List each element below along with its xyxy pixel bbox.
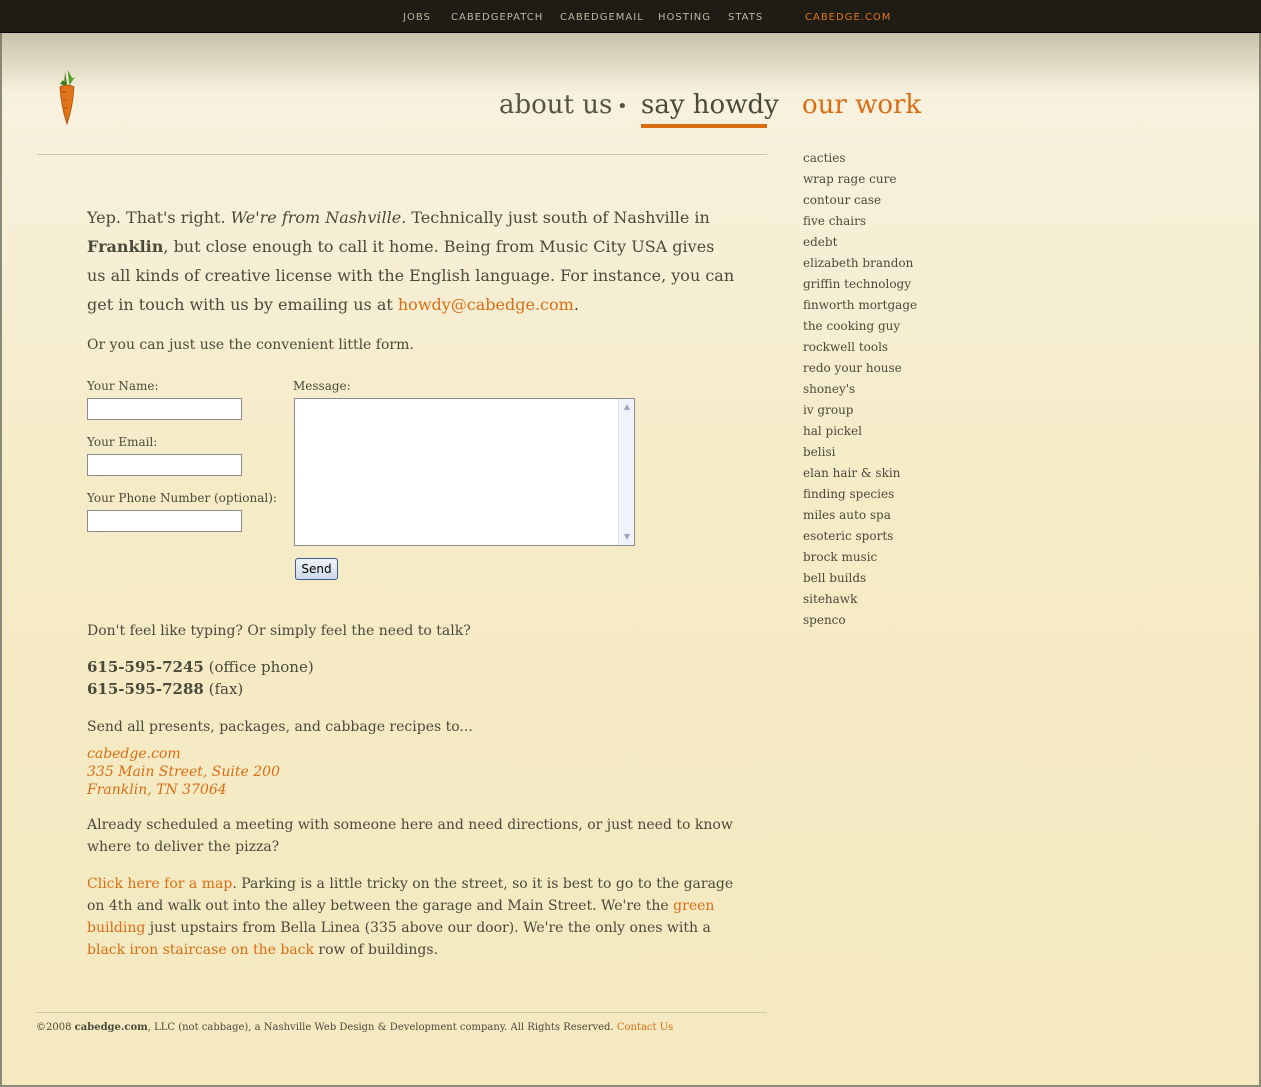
topnav-hosting[interactable]: HOSTING — [658, 12, 711, 23]
footer-copyright: ©2008 — [36, 1022, 75, 1033]
intro-emphasis: We're from Nashville. — [230, 208, 407, 227]
phone-input[interactable] — [87, 510, 242, 532]
work-item[interactable]: rockwell tools — [803, 337, 917, 358]
work-item[interactable]: elan hair & skin — [803, 463, 917, 484]
address-line-2: 335 Main Street, Suite 200 — [87, 764, 280, 780]
send-button[interactable]: Send — [295, 558, 338, 580]
office-phone-number: 615-595-7245 — [87, 658, 204, 676]
directions-text: just upstairs from Bella Linea (335 abov… — [145, 920, 711, 936]
work-item[interactable]: wrap rage cure — [803, 169, 917, 190]
fax-line: 615-595-7288 (fax) — [87, 680, 243, 698]
directions-text: row of buildings. — [313, 942, 439, 958]
fax-number: 615-595-7288 — [87, 680, 204, 698]
directions-paragraph: Click here for a map. Parking is a littl… — [87, 873, 737, 961]
topnav-cabedgepatch[interactable]: CABEDGEPATCH — [451, 12, 543, 23]
email-label: Your Email: — [87, 435, 158, 449]
carrot-icon[interactable] — [54, 70, 80, 126]
work-item[interactable]: iv group — [803, 400, 917, 421]
office-phone-line: 615-595-7245 (office phone) — [87, 658, 314, 676]
scroll-up-icon[interactable]: ▲ — [620, 400, 634, 414]
email-input[interactable] — [87, 454, 242, 476]
topnav-jobs[interactable]: JOBS — [403, 12, 431, 23]
footer: ©2008 cabedge.com, LLC (not cabbage), a … — [36, 1022, 673, 1033]
work-item[interactable]: finding species — [803, 484, 917, 505]
work-item[interactable]: shoney's — [803, 379, 917, 400]
send-to-text: Send all presents, packages, and cabbage… — [87, 719, 473, 735]
topnav-cabedgemail[interactable]: CABEDGEMAIL — [560, 12, 644, 23]
work-item[interactable]: elizabeth brandon — [803, 253, 917, 274]
intro-text: . — [573, 295, 579, 314]
staircase-link[interactable]: black iron staircase on the back — [87, 942, 314, 958]
intro-bold-franklin: Franklin — [87, 237, 164, 256]
footer-brand: cabedge.com — [74, 1022, 148, 1033]
work-item[interactable]: griffin technology — [803, 274, 917, 295]
address-line-3: Franklin, TN 37064 — [87, 782, 227, 798]
work-item[interactable]: sitehawk — [803, 589, 917, 610]
top-bar-shadow — [0, 33, 1261, 93]
work-item[interactable]: esoteric sports — [803, 526, 917, 547]
intro-text: Technically just south of Nashville in — [406, 208, 710, 227]
work-item[interactable]: redo your house — [803, 358, 917, 379]
message-scrollbar[interactable]: ▲ ▼ — [618, 399, 634, 545]
address-line-1: cabedge.com — [87, 746, 181, 762]
work-item[interactable]: bell builds — [803, 568, 917, 589]
form-intro: Or you can just use the convenient littl… — [87, 337, 414, 353]
nav-say-howdy[interactable]: say howdy — [641, 90, 779, 120]
intro-text: Yep. That's right. — [87, 208, 231, 227]
work-item[interactable]: brock music — [803, 547, 917, 568]
topnav-cabedge-home[interactable]: CABEDGE.COM — [805, 12, 891, 23]
work-item[interactable]: spenco — [803, 610, 917, 631]
nav-active-underline — [641, 124, 767, 128]
work-item[interactable]: hal pickel — [803, 421, 917, 442]
work-item[interactable]: belisi — [803, 442, 917, 463]
sidebar-heading-our-work: our work — [802, 90, 922, 120]
our-work-list: cacties wrap rage cure contour case five… — [803, 148, 917, 631]
work-item[interactable]: edebt — [803, 232, 917, 253]
nav-separator: • — [617, 96, 628, 117]
work-item[interactable]: five chairs — [803, 211, 917, 232]
work-item[interactable]: finworth mortgage — [803, 295, 917, 316]
name-label: Your Name: — [87, 379, 159, 393]
footer-contact-link[interactable]: Contact Us — [617, 1022, 673, 1033]
work-item[interactable]: contour case — [803, 190, 917, 211]
work-item[interactable]: the cooking guy — [803, 316, 917, 337]
name-input[interactable] — [87, 398, 242, 420]
message-label: Message: — [293, 379, 351, 393]
work-item[interactable]: cacties — [803, 148, 917, 169]
nav-about-us[interactable]: about us — [499, 90, 612, 120]
header-divider — [37, 154, 767, 155]
scroll-down-icon[interactable]: ▼ — [620, 530, 634, 544]
directions-question: Already scheduled a meeting with someone… — [87, 817, 733, 855]
work-item[interactable]: miles auto spa — [803, 505, 917, 526]
email-link[interactable]: howdy@cabedge.com — [398, 295, 574, 314]
phone-label: Your Phone Number (optional): — [87, 491, 277, 505]
fax-note: (fax) — [208, 680, 244, 698]
footer-text: , LLC (not cabbage), a Nashville Web Des… — [147, 1022, 617, 1033]
footer-divider — [37, 1012, 767, 1013]
map-link[interactable]: Click here for a map — [87, 876, 232, 892]
message-textarea[interactable]: ▲ ▼ — [294, 398, 635, 546]
talk-text: Don't feel like typing? Or simply feel t… — [87, 623, 471, 639]
office-phone-note: (office phone) — [208, 658, 314, 676]
topnav-stats[interactable]: STATS — [728, 12, 763, 23]
intro-paragraph: Yep. That's right. We're from Nashville.… — [87, 203, 737, 319]
